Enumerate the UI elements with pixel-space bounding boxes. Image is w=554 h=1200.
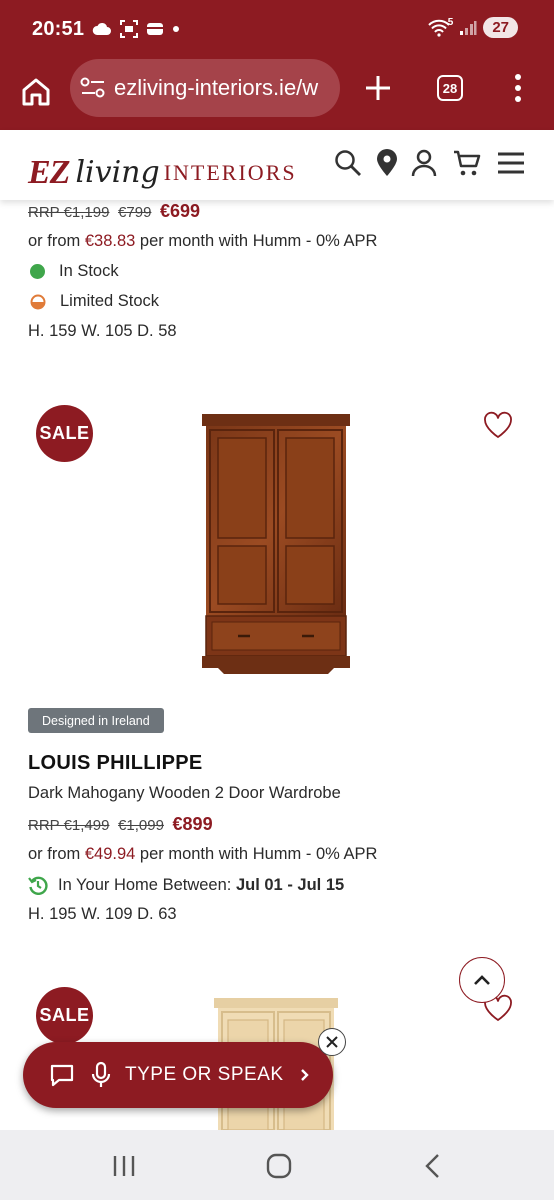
delivery-prefix: In Your Home Between:	[58, 875, 236, 894]
home-icon	[22, 78, 50, 106]
chevron-up-icon	[474, 975, 490, 985]
product-image[interactable]	[198, 412, 354, 678]
heart-icon	[484, 411, 512, 439]
site-header: EZ living INTERIORS	[0, 130, 554, 200]
delivery-clock-icon	[28, 876, 48, 895]
sale-price: €899	[172, 814, 213, 834]
tab-switcher-button[interactable]: 28	[437, 75, 463, 101]
cart-button[interactable]	[452, 148, 482, 178]
close-icon	[326, 1036, 338, 1048]
cart-icon	[454, 150, 481, 176]
cloud-icon	[92, 22, 111, 35]
in-stock-dot-icon	[30, 264, 45, 279]
rrp-price: RRP €1,199	[28, 204, 110, 221]
product-dimensions: H. 195 W. 109 D. 63	[28, 905, 177, 923]
price-row: RRP €1,199 €799 €699	[28, 201, 200, 222]
sale-badge: SALE	[36, 987, 93, 1044]
url-text: ezliving-interiors.ie/w	[114, 75, 319, 100]
location-pin-icon	[377, 149, 397, 176]
logo-living: living	[75, 155, 160, 190]
price-row: RRP €1,499 €1,099 €899	[28, 814, 213, 835]
address-bar[interactable]: ezliving-interiors.ie/w	[70, 59, 340, 117]
limited-stock-icon	[30, 294, 46, 309]
browser-toolbar: ezliving-interiors.ie/w 28	[0, 58, 554, 130]
logo-interiors: INTERIORS	[163, 160, 297, 185]
android-navigation-bar	[0, 1130, 554, 1200]
microphone-icon	[91, 1061, 111, 1087]
status-system: 5 27	[428, 17, 518, 38]
wardrobe-image	[202, 414, 350, 674]
designed-in-ireland-tag: Designed in Ireland	[28, 708, 164, 733]
finance-prefix: or from	[28, 845, 85, 863]
wallet-icon	[147, 23, 163, 35]
browser-menu-button[interactable]	[508, 72, 528, 104]
logo-ez: EZ	[28, 154, 70, 191]
search-button[interactable]	[333, 148, 363, 178]
home-button[interactable]	[18, 74, 54, 110]
finance-suffix: per month with Humm - 0% APR	[135, 845, 378, 863]
more-vertical-icon	[515, 74, 521, 102]
hamburger-icon	[498, 152, 524, 174]
wifi-icon	[428, 19, 450, 37]
in-stock-label: In Stock	[59, 262, 119, 280]
signal-icon	[460, 20, 477, 35]
sale-price: €699	[160, 201, 201, 221]
finance-prefix: or from	[28, 232, 85, 250]
finance-row: or from €49.94 per month with Humm - 0% …	[28, 845, 377, 864]
chat-icon	[50, 1064, 74, 1087]
wishlist-button[interactable]	[483, 411, 513, 439]
delivery-range: Jul 01 - Jul 15	[235, 875, 345, 894]
in-stock-row: In Stock	[30, 262, 119, 281]
user-icon	[411, 149, 437, 177]
scroll-to-top-button[interactable]	[459, 957, 505, 1003]
network-label: 5	[447, 17, 454, 28]
limited-stock-label: Limited Stock	[60, 292, 160, 310]
status-bar: 20:51 5 27	[0, 0, 554, 58]
account-button[interactable]	[410, 148, 440, 178]
dot-icon	[173, 26, 179, 32]
site-menu-button[interactable]	[496, 148, 526, 178]
site-settings-icon[interactable]	[80, 77, 106, 99]
product-subtitle: Dark Mahogany Wooden 2 Door Wardrobe	[28, 784, 341, 802]
store-locator-button[interactable]	[374, 148, 404, 178]
search-icon	[335, 150, 361, 176]
was-price: €799	[118, 204, 152, 221]
limited-stock-row: Limited Stock	[30, 292, 159, 311]
back-nav-button[interactable]	[420, 1151, 444, 1181]
close-assistant-button[interactable]	[318, 1028, 346, 1056]
new-tab-button[interactable]	[360, 70, 396, 106]
plus-icon	[366, 76, 390, 100]
recent-apps-button[interactable]	[108, 1152, 140, 1180]
rrp-price: RRP €1,499	[28, 817, 110, 834]
back-chevron-icon	[425, 1154, 439, 1178]
status-time: 20:51	[32, 18, 85, 40]
status-notifications	[92, 20, 180, 38]
screenshot-icon	[120, 20, 138, 38]
finance-amount: €49.94	[84, 845, 136, 863]
type-or-speak-label: TYPE OR SPEAK	[125, 1064, 284, 1085]
finance-amount: €38.83	[84, 232, 136, 250]
sale-badge: SALE	[36, 405, 93, 462]
type-or-speak-button[interactable]: TYPE OR SPEAK	[23, 1042, 333, 1108]
was-price: €1,099	[118, 817, 164, 834]
product-dimensions: H. 159 W. 105 D. 58	[28, 322, 177, 340]
finance-row: or from €38.83 per month with Humm - 0% …	[28, 232, 377, 251]
recents-icon	[113, 1156, 135, 1176]
battery-indicator: 27	[483, 17, 518, 38]
home-nav-button[interactable]	[264, 1151, 294, 1181]
finance-suffix: per month with Humm - 0% APR	[135, 232, 378, 250]
home-circle-icon	[266, 1153, 292, 1179]
product-title[interactable]: LOUIS PHILLIPPE	[28, 752, 203, 775]
chevron-right-icon	[300, 1069, 309, 1081]
site-logo[interactable]: EZ living INTERIORS	[28, 140, 297, 190]
delivery-row: In Your Home Between: Jul 01 - Jul 15	[28, 875, 344, 895]
